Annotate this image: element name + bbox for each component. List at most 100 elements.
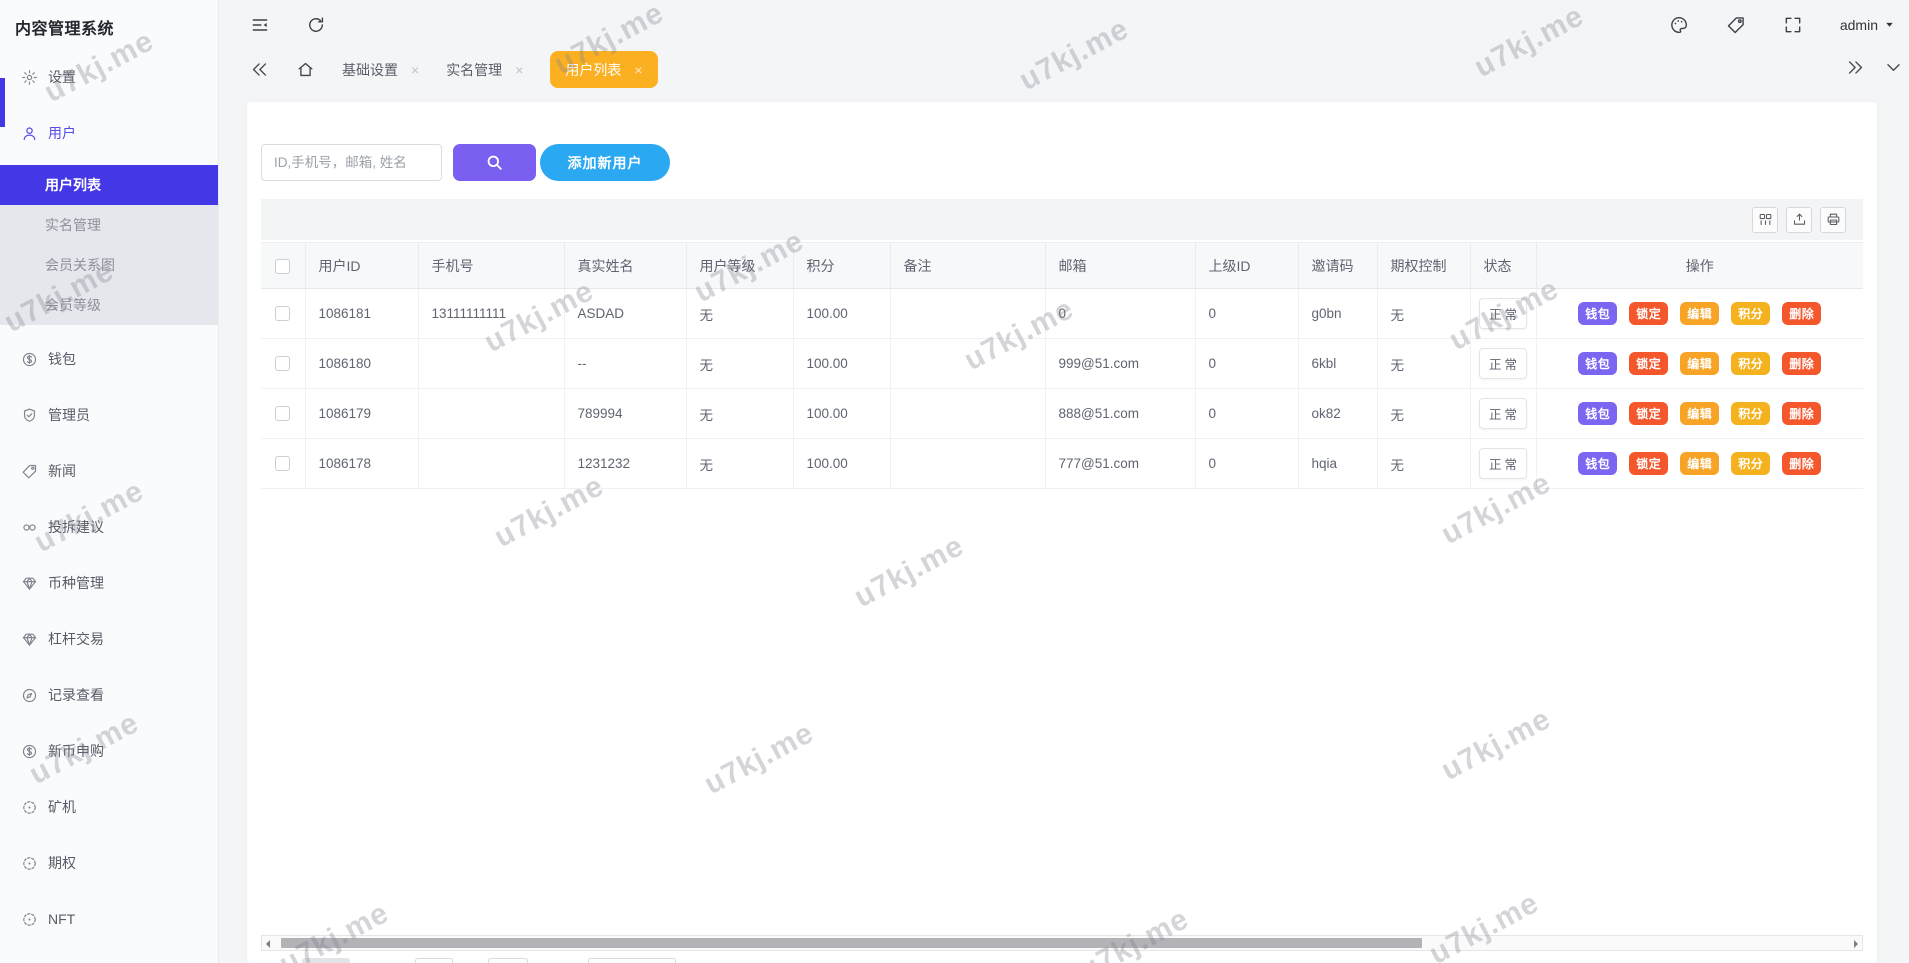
cell-points: 100.00 xyxy=(793,389,890,439)
fullscreen-icon[interactable] xyxy=(1783,15,1803,35)
cell-option_control: 无 xyxy=(1377,389,1470,439)
cell-invite_code: 6kbl xyxy=(1298,339,1377,389)
sidebar-item-6[interactable]: 币种管理 xyxy=(0,555,218,611)
sidebar-item-4[interactable]: 新闻 xyxy=(0,443,218,499)
delete-action-button[interactable]: 删除 xyxy=(1782,352,1821,375)
points-action-button[interactable]: 积分 xyxy=(1731,302,1770,325)
cell-level: 无 xyxy=(686,389,793,439)
cell-remark xyxy=(890,439,1045,489)
refresh-icon[interactable] xyxy=(306,15,326,35)
delete-action-button[interactable]: 删除 xyxy=(1782,402,1821,425)
row-checkbox[interactable] xyxy=(275,406,290,421)
wallet-action-button[interactable]: 钱包 xyxy=(1578,402,1617,425)
user-menu[interactable]: admin xyxy=(1840,17,1895,33)
cell-real_name: 1231232 xyxy=(564,439,686,489)
tabs-scroll-right-icon[interactable] xyxy=(1846,58,1865,77)
tab-list: 基础设置× 实名管理× 用户列表× xyxy=(342,51,685,88)
row-checkbox[interactable] xyxy=(275,356,290,371)
pagination-button[interactable] xyxy=(302,958,350,963)
wallet-action-button[interactable]: 钱包 xyxy=(1578,452,1617,475)
delete-action-button[interactable]: 删除 xyxy=(1782,302,1821,325)
user-table-wrap: 用户ID手机号真实姓名用户等级积分备注邮箱上级ID邀请码期权控制状态操作 1086… xyxy=(261,199,1863,489)
row-checkbox[interactable] xyxy=(275,306,290,321)
column-header: 真实姓名 xyxy=(564,243,686,289)
cell-remark xyxy=(890,289,1045,339)
tabs-dropdown-icon[interactable] xyxy=(1884,58,1903,77)
row-checkbox[interactable] xyxy=(275,456,290,471)
sidebar-item-8[interactable]: 记录查看 xyxy=(0,667,218,723)
table-body: 108618113111111111ASDAD无100.0000g0bn无正常钱… xyxy=(261,289,1863,489)
sidebar-item-1[interactable]: 用户 xyxy=(0,105,218,161)
sidebar-item-3[interactable]: 管理员 xyxy=(0,387,218,443)
column-header: 用户等级 xyxy=(686,243,793,289)
scroll-right-arrow-icon[interactable] xyxy=(1854,940,1858,948)
pagination-button[interactable] xyxy=(588,958,676,963)
cell-remark xyxy=(890,389,1045,439)
column-header: 状态 xyxy=(1470,243,1536,289)
pagination-button[interactable] xyxy=(415,958,453,963)
delete-action-button[interactable]: 删除 xyxy=(1782,452,1821,475)
horizontal-scrollbar[interactable] xyxy=(261,935,1863,951)
scroll-left-arrow-icon[interactable] xyxy=(266,940,270,948)
points-action-button[interactable]: 积分 xyxy=(1731,452,1770,475)
sidebar-subitem-0[interactable]: 用户列表 xyxy=(0,165,218,205)
edit-action-button[interactable]: 编辑 xyxy=(1680,452,1719,475)
sidebar-subitem-1[interactable]: 实名管理 xyxy=(0,205,218,245)
add-user-button[interactable]: 添加新用户 xyxy=(540,144,670,181)
pagination-button[interactable] xyxy=(488,958,528,963)
export-icon[interactable] xyxy=(1786,207,1812,233)
row-actions: 钱包锁定编辑积分删除 xyxy=(1536,439,1863,489)
lock-action-button[interactable]: 锁定 xyxy=(1629,352,1668,375)
sidebar-item-11[interactable]: 期权 xyxy=(0,835,218,891)
scrollbar-thumb[interactable] xyxy=(281,938,1422,948)
theme-palette-icon[interactable] xyxy=(1669,15,1689,35)
wallet-action-button[interactable]: 钱包 xyxy=(1578,302,1617,325)
tabs-collapse-icon[interactable] xyxy=(250,60,269,79)
home-icon[interactable] xyxy=(296,60,315,79)
sidebar-subitem-2[interactable]: 会员关系图 xyxy=(0,245,218,285)
cell-email: 999@51.com xyxy=(1045,339,1195,389)
cell-real_name: -- xyxy=(564,339,686,389)
points-action-button[interactable]: 积分 xyxy=(1731,352,1770,375)
tab-0[interactable]: 基础设置× xyxy=(342,51,419,88)
tab-close-icon[interactable]: × xyxy=(411,62,419,78)
tab-2[interactable]: 用户列表× xyxy=(550,51,657,88)
sidebar-submenu: 用户列表实名管理会员关系图会员等级 xyxy=(0,165,218,325)
column-header: 邀请码 xyxy=(1298,243,1377,289)
collapse-sidebar-icon[interactable] xyxy=(250,15,270,35)
points-action-button[interactable]: 积分 xyxy=(1731,402,1770,425)
tab-close-icon[interactable]: × xyxy=(515,62,523,78)
select-all-checkbox[interactable] xyxy=(275,259,290,274)
sidebar-item-7[interactable]: 杠杆交易 xyxy=(0,611,218,667)
sidebar-item-0[interactable]: 设置 xyxy=(0,49,218,105)
lock-action-button[interactable]: 锁定 xyxy=(1629,452,1668,475)
print-icon[interactable] xyxy=(1820,207,1846,233)
table-row: 10861781231232无100.00777@51.com0hqia无正常钱… xyxy=(261,439,1863,489)
sidebar-item-10[interactable]: 矿机 xyxy=(0,779,218,835)
sidebar-item-label: 矿机 xyxy=(48,797,76,817)
sidebar-item-label: 投拆建议 xyxy=(48,517,104,537)
tab-close-icon[interactable]: × xyxy=(634,62,642,78)
tab-1[interactable]: 实名管理× xyxy=(446,51,523,88)
lock-action-button[interactable]: 锁定 xyxy=(1629,302,1668,325)
sidebar-item-2[interactable]: 钱包 xyxy=(0,331,218,387)
wallet-action-button[interactable]: 钱包 xyxy=(1578,352,1617,375)
cell-parent_id: 0 xyxy=(1195,339,1298,389)
column-settings-icon[interactable] xyxy=(1752,207,1778,233)
column-header: 积分 xyxy=(793,243,890,289)
row-actions: 钱包锁定编辑积分删除 xyxy=(1536,389,1863,439)
edit-action-button[interactable]: 编辑 xyxy=(1680,402,1719,425)
sidebar-item-5[interactable]: 投拆建议 xyxy=(0,499,218,555)
edit-action-button[interactable]: 编辑 xyxy=(1680,352,1719,375)
tag-icon[interactable] xyxy=(1726,15,1746,35)
table-toolbar xyxy=(261,199,1863,242)
sidebar-item-9[interactable]: 新币申购 xyxy=(0,723,218,779)
lock-action-button[interactable]: 锁定 xyxy=(1629,402,1668,425)
caret-down-icon xyxy=(1884,19,1895,30)
edit-action-button[interactable]: 编辑 xyxy=(1680,302,1719,325)
sidebar-subitem-3[interactable]: 会员等级 xyxy=(0,285,218,325)
sidebar-item-12[interactable]: NFT xyxy=(0,891,218,947)
table-header-row: 用户ID手机号真实姓名用户等级积分备注邮箱上级ID邀请码期权控制状态操作 xyxy=(261,243,1863,289)
search-button[interactable] xyxy=(453,144,536,181)
search-input[interactable] xyxy=(261,144,442,181)
